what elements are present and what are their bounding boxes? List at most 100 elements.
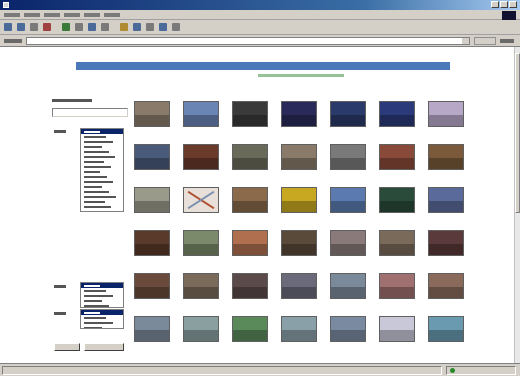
photo-thumbnail[interactable] (134, 187, 170, 213)
photo-thumbnail[interactable] (183, 187, 219, 213)
scrollbar-thumb[interactable] (515, 53, 520, 213)
menu-item[interactable] (4, 13, 20, 17)
thumbnail-shading (233, 330, 267, 341)
photo-thumbnail[interactable] (281, 187, 317, 213)
status-zone-pane (446, 366, 516, 375)
photo-thumbnail[interactable] (428, 101, 464, 127)
search-button[interactable] (54, 343, 80, 351)
toolbar-button-icon[interactable] (30, 23, 38, 31)
toolbar-button-icon[interactable] (146, 23, 154, 31)
close-button[interactable] (509, 1, 517, 8)
page-content (0, 47, 514, 363)
thumbnail-shading (429, 244, 463, 255)
photo-thumbnail[interactable] (330, 101, 366, 127)
filter-option-text (84, 140, 113, 143)
menu-item[interactable] (104, 13, 120, 17)
thumbnail-shading (282, 201, 316, 212)
menu-item[interactable] (24, 13, 40, 17)
filter-option-text (84, 165, 111, 168)
toolbar-button-icon[interactable] (159, 23, 167, 31)
photo-thumbnail[interactable] (379, 187, 415, 213)
filter-option-text (84, 135, 107, 138)
toolbar-button-icon[interactable] (88, 23, 96, 31)
toolbar-button-icon[interactable] (43, 23, 51, 31)
photo-thumbnail[interactable] (379, 230, 415, 256)
photo-thumbnail[interactable] (379, 316, 415, 342)
reset-button[interactable] (84, 343, 124, 351)
filter-listbox[interactable] (80, 309, 124, 329)
photo-thumbnail[interactable] (232, 230, 268, 256)
photo-thumbnail[interactable] (232, 187, 268, 213)
go-button[interactable] (474, 37, 496, 45)
photo-thumbnail[interactable] (281, 273, 317, 299)
photo-thumbnail[interactable] (281, 144, 317, 170)
photo-thumbnail[interactable] (281, 101, 317, 127)
photo-grid (134, 101, 474, 363)
filter-option[interactable] (81, 303, 123, 307)
filter-listbox[interactable] (80, 282, 124, 308)
filter-option[interactable] (81, 325, 123, 328)
maximize-button[interactable] (500, 1, 508, 8)
menu-item[interactable] (64, 13, 80, 17)
photo-thumbnail[interactable] (134, 144, 170, 170)
filter-option-text (84, 284, 100, 287)
minimize-button[interactable] (491, 1, 499, 8)
photo-thumbnail[interactable] (281, 230, 317, 256)
thumbnail-shading (233, 244, 267, 255)
photo-thumbnail[interactable] (330, 144, 366, 170)
photo-thumbnail[interactable] (134, 101, 170, 127)
broken-image-icon (187, 190, 215, 210)
address-input[interactable] (26, 37, 470, 45)
toolbar-button-icon[interactable] (133, 23, 141, 31)
photo-thumbnail[interactable] (330, 273, 366, 299)
thumbnail-shading (331, 158, 365, 169)
filter-label-marker (54, 312, 66, 315)
photo-thumbnail[interactable] (330, 187, 366, 213)
photo-thumbnail[interactable] (134, 273, 170, 299)
photo-thumbnail[interactable] (232, 316, 268, 342)
toolbar-button-icon[interactable] (172, 23, 180, 31)
photo-thumbnail[interactable] (183, 273, 219, 299)
window-titlebar[interactable] (0, 0, 520, 10)
filter-option-text (84, 170, 100, 173)
vertical-scrollbar[interactable] (514, 47, 520, 363)
photo-thumbnail[interactable] (183, 230, 219, 256)
toolbar-button-icon[interactable] (75, 23, 83, 31)
photo-thumbnail[interactable] (330, 230, 366, 256)
page-banner (76, 62, 450, 70)
photo-thumbnail[interactable] (134, 230, 170, 256)
photo-thumbnail[interactable] (183, 144, 219, 170)
filter-listbox[interactable] (80, 128, 124, 212)
filter-option-text (84, 145, 102, 148)
photo-thumbnail[interactable] (428, 273, 464, 299)
photo-thumbnail[interactable] (379, 101, 415, 127)
photo-thumbnail[interactable] (232, 273, 268, 299)
filter-option-text (84, 289, 107, 292)
filter-option-text (84, 321, 113, 324)
toolbar-button-icon[interactable] (120, 23, 128, 31)
photo-thumbnail[interactable] (134, 316, 170, 342)
thumbnail-shading (331, 201, 365, 212)
photo-thumbnail[interactable] (281, 316, 317, 342)
menu-item[interactable] (44, 13, 60, 17)
filter-option[interactable] (81, 204, 123, 209)
links-button[interactable] (500, 39, 514, 43)
photo-thumbnail[interactable] (183, 101, 219, 127)
photo-thumbnail[interactable] (232, 144, 268, 170)
photo-thumbnail[interactable] (428, 316, 464, 342)
photo-thumbnail[interactable] (232, 101, 268, 127)
menu-item[interactable] (84, 13, 100, 17)
photo-thumbnail[interactable] (183, 316, 219, 342)
photo-thumbnail[interactable] (428, 230, 464, 256)
photo-thumbnail[interactable] (428, 187, 464, 213)
toolbar-button-icon[interactable] (62, 23, 70, 31)
toolbar-button-icon[interactable] (4, 23, 12, 31)
search-input[interactable] (52, 108, 128, 117)
toolbar-button-icon[interactable] (101, 23, 109, 31)
photo-thumbnail[interactable] (428, 144, 464, 170)
photo-thumbnail[interactable] (379, 144, 415, 170)
address-dropdown-icon[interactable] (462, 38, 469, 44)
photo-thumbnail[interactable] (330, 316, 366, 342)
photo-thumbnail[interactable] (379, 273, 415, 299)
toolbar-button-icon[interactable] (17, 23, 25, 31)
